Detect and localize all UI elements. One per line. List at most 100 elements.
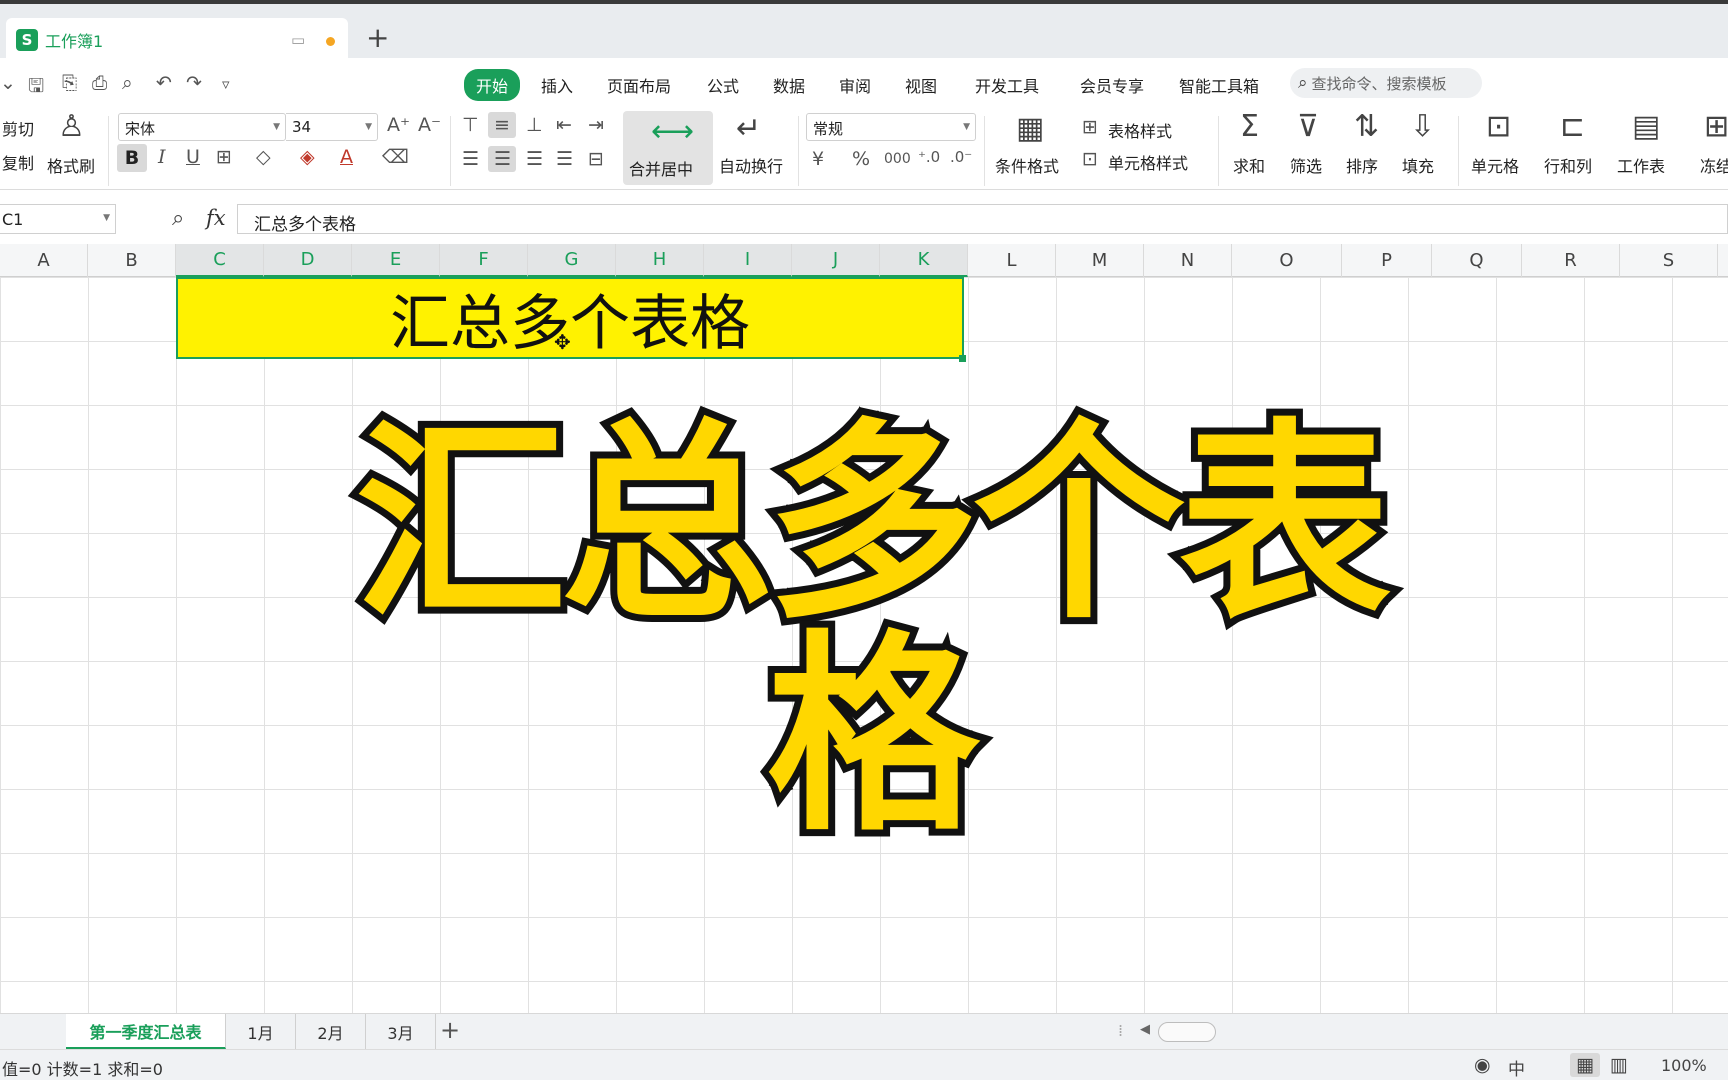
- underline-button[interactable]: U: [186, 148, 200, 167]
- filter-button[interactable]: 筛选: [1290, 153, 1322, 177]
- increase-indent-icon[interactable]: ⇥: [588, 116, 604, 135]
- column-header-r[interactable]: R: [1522, 244, 1620, 277]
- tab-formulas[interactable]: 公式: [707, 73, 739, 97]
- monitor-icon[interactable]: ▭: [291, 31, 305, 49]
- column-header-g[interactable]: G: [528, 244, 616, 277]
- column-header-l[interactable]: L: [968, 244, 1056, 277]
- page-break-view-icon[interactable]: ▥: [1610, 1054, 1628, 1076]
- align-left-icon[interactable]: ☰: [462, 150, 479, 169]
- italic-button[interactable]: I: [158, 148, 166, 167]
- horizontal-scrollbar-handle[interactable]: [1158, 1022, 1216, 1042]
- eye-protection-icon[interactable]: ◉: [1474, 1054, 1491, 1076]
- thousands-button[interactable]: 000: [884, 152, 911, 166]
- currency-button[interactable]: ¥: [812, 150, 824, 169]
- redo-icon[interactable]: ↷: [186, 72, 202, 94]
- format-painter-icon[interactable]: ⎘: [62, 72, 77, 94]
- cells-icon[interactable]: ⊡: [1486, 112, 1511, 142]
- sheet-tab-jan[interactable]: 1月: [226, 1014, 296, 1049]
- decrease-indent-icon[interactable]: ⇤: [556, 116, 572, 135]
- font-size-select[interactable]: 34 ▼: [286, 113, 378, 141]
- decrease-font-icon[interactable]: A⁻: [418, 116, 441, 135]
- freeze-icon[interactable]: ⊞: [1704, 112, 1728, 142]
- command-search[interactable]: ⌕ 查找命令、搜索模板: [1290, 68, 1482, 98]
- column-header-a[interactable]: A: [0, 244, 88, 277]
- tab-data[interactable]: 数据: [773, 73, 805, 97]
- align-middle-icon[interactable]: ≡: [494, 116, 510, 135]
- wrap-text-button[interactable]: 自动换行: [719, 153, 783, 177]
- column-header-e[interactable]: E: [352, 244, 440, 277]
- increase-decimal-icon[interactable]: ⁺.0: [918, 150, 940, 165]
- ime-indicator[interactable]: 中: [1508, 1055, 1525, 1080]
- sort-icon[interactable]: ⇅: [1354, 112, 1379, 142]
- sheet-tab-mar[interactable]: 3月: [366, 1014, 436, 1049]
- cut-button[interactable]: 剪切: [2, 116, 34, 140]
- sort-button[interactable]: 排序: [1346, 153, 1378, 177]
- column-header-c[interactable]: C: [176, 244, 264, 277]
- table-style-button[interactable]: 表格样式: [1108, 118, 1172, 142]
- filter-icon[interactable]: ⊽: [1297, 112, 1319, 142]
- zoom-level[interactable]: 100%: [1661, 1056, 1707, 1075]
- fx-icon[interactable]: fx: [206, 206, 226, 230]
- tab-insert[interactable]: 插入: [541, 73, 573, 97]
- number-format-select[interactable]: 常规 ▼: [806, 113, 976, 141]
- align-top-icon[interactable]: ⊤: [462, 116, 479, 135]
- justify-icon[interactable]: ☰: [556, 150, 573, 169]
- column-header-o[interactable]: O: [1232, 244, 1342, 277]
- dropdown-edge-icon[interactable]: ⌄: [0, 72, 16, 94]
- distributed-icon[interactable]: ⊟: [588, 150, 604, 169]
- merge-center-button[interactable]: ⟷ 合并居中: [623, 111, 713, 185]
- rows-cols-button[interactable]: 行和列: [1544, 153, 1592, 177]
- freeze-button[interactable]: 冻结: [1700, 153, 1728, 177]
- fill-handle[interactable]: [959, 355, 966, 362]
- conditional-format-button[interactable]: 条件格式: [995, 153, 1059, 177]
- format-painter-brush-icon[interactable]: ♙: [58, 112, 85, 142]
- tab-member[interactable]: 会员专享: [1080, 73, 1144, 97]
- customize-icon[interactable]: ▿: [222, 75, 230, 93]
- percent-button[interactable]: %: [852, 150, 870, 169]
- align-bottom-icon[interactable]: ⊥: [526, 116, 543, 135]
- increase-font-icon[interactable]: A⁺: [387, 116, 410, 135]
- column-header-d[interactable]: D: [264, 244, 352, 277]
- tab-home[interactable]: 开始: [464, 69, 521, 101]
- formula-input[interactable]: 汇总多个表格: [237, 204, 1728, 235]
- sum-button[interactable]: 求和: [1233, 153, 1265, 177]
- column-header-q[interactable]: Q: [1432, 244, 1522, 277]
- fill-color-icon[interactable]: ◇: [256, 148, 271, 167]
- align-center-icon[interactable]: ☰: [494, 150, 511, 169]
- worksheet-button[interactable]: 工作表: [1617, 153, 1665, 177]
- clear-format-icon[interactable]: ⌫: [382, 148, 409, 167]
- border-icon[interactable]: ⊞: [216, 148, 232, 167]
- column-header-m[interactable]: M: [1056, 244, 1144, 277]
- split-handle-icon[interactable]: ⁞: [1118, 1021, 1123, 1040]
- sum-icon[interactable]: Σ: [1240, 112, 1259, 142]
- normal-view-icon[interactable]: ▦: [1576, 1054, 1594, 1076]
- cell-style-icon[interactable]: ⊡: [1082, 150, 1098, 169]
- document-tab[interactable]: S 工作簿1 ▭: [6, 18, 348, 62]
- fill-button[interactable]: 填充: [1402, 153, 1434, 177]
- tab-smart-tools[interactable]: 智能工具箱: [1179, 73, 1259, 97]
- table-style-icon[interactable]: ⊞: [1082, 118, 1098, 137]
- highlight-icon[interactable]: ◈: [300, 148, 315, 167]
- add-sheet-button[interactable]: +: [440, 1016, 460, 1044]
- wrap-text-icon[interactable]: ↵: [736, 114, 761, 144]
- fill-icon[interactable]: ⇩: [1410, 112, 1435, 142]
- column-header-b[interactable]: B: [88, 244, 176, 277]
- new-tab-button[interactable]: +: [366, 24, 389, 52]
- print-icon[interactable]: ⎙: [92, 72, 107, 94]
- copy-button[interactable]: 复制: [2, 150, 34, 174]
- sheet-tab-feb[interactable]: 2月: [296, 1014, 366, 1049]
- cells-button[interactable]: 单元格: [1471, 153, 1519, 177]
- tab-developer[interactable]: 开发工具: [975, 73, 1039, 97]
- sheet-tab-summary[interactable]: 第一季度汇总表: [66, 1014, 226, 1049]
- undo-icon[interactable]: ↶: [156, 72, 172, 94]
- tab-view[interactable]: 视图: [905, 73, 937, 97]
- zoom-formula-icon[interactable]: ⌕: [172, 206, 184, 231]
- name-box[interactable]: C1 ▼: [0, 204, 116, 234]
- column-header-n[interactable]: N: [1144, 244, 1232, 277]
- format-painter-button[interactable]: 格式刷: [47, 153, 95, 177]
- worksheet-icon[interactable]: ▤: [1632, 112, 1660, 142]
- column-header-h[interactable]: H: [616, 244, 704, 277]
- column-header-j[interactable]: J: [792, 244, 880, 277]
- font-name-select[interactable]: 宋体 ▼: [118, 113, 286, 141]
- decrease-decimal-icon[interactable]: .0⁻: [950, 150, 972, 165]
